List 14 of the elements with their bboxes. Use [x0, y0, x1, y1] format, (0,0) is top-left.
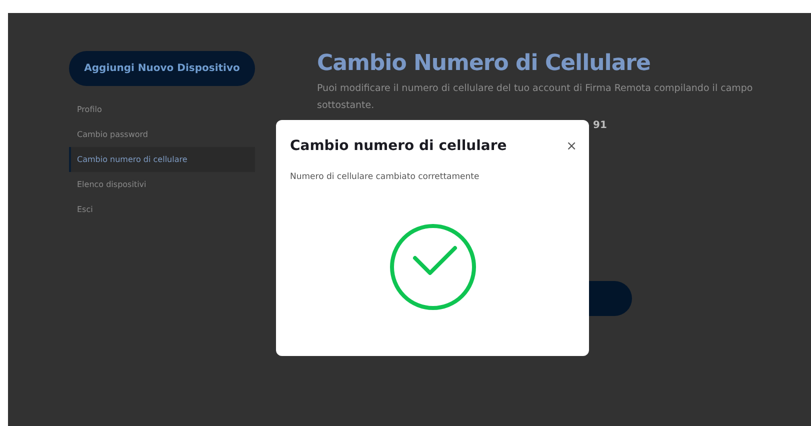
close-button[interactable]: ×	[566, 138, 577, 154]
sidebar-item[interactable]: Cambio numero di cellulare	[69, 147, 255, 172]
sidebar-item[interactable]: Cambio password	[69, 122, 255, 147]
submit-button[interactable]	[589, 281, 632, 316]
checkmark-circle-icon	[388, 223, 476, 311]
modal-message: Numero di cellulare cambiato correttamente	[290, 172, 480, 182]
sidebar-item[interactable]: Profilo	[69, 97, 255, 122]
phone-number-text: 91	[593, 120, 608, 131]
page-title: Cambio Numero di Cellulare	[317, 51, 652, 76]
add-device-button[interactable]: Aggiungi Nuovo Dispositivo	[69, 51, 255, 86]
modal-title: Cambio numero di cellulare	[290, 138, 507, 154]
sidebar-item[interactable]: Elenco dispositivi	[69, 172, 255, 197]
page-description: Puoi modificare il numero di cellulare del tuo account di Firma Remota compilando il campo sottostante.	[317, 82, 754, 113]
sidebar-item[interactable]: Esci	[69, 197, 255, 222]
